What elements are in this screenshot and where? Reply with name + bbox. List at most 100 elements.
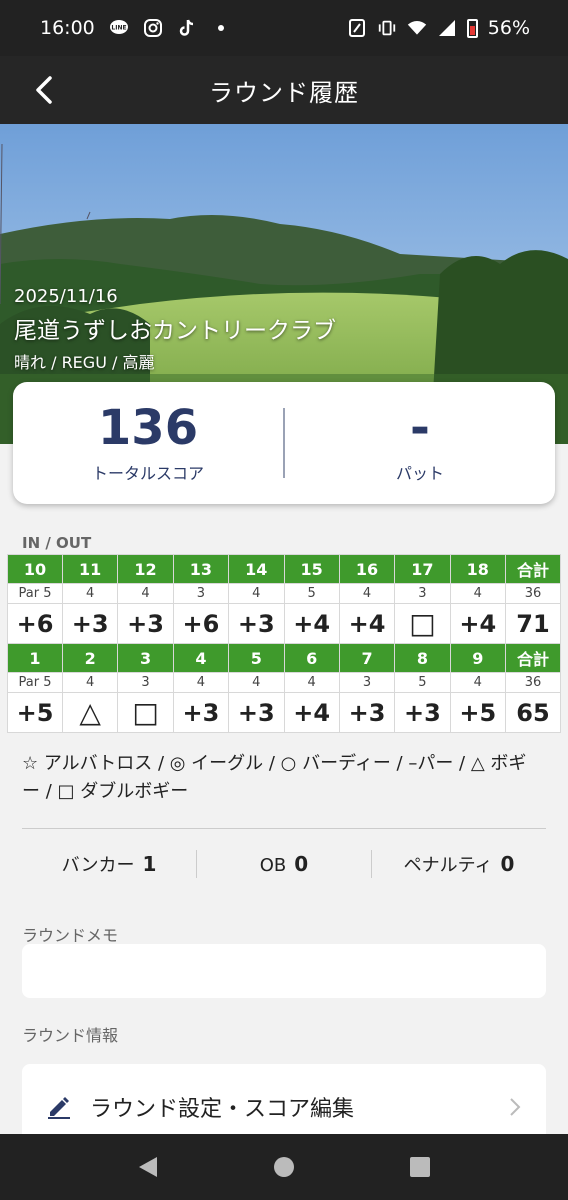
hole-number-cell: 10	[7, 554, 63, 584]
dot-icon	[211, 18, 231, 38]
score-cell: □	[117, 692, 174, 733]
chevron-left-icon	[36, 76, 52, 104]
ob-value: 0	[294, 852, 309, 876]
memo-field[interactable]	[22, 944, 546, 998]
score-cell: +3	[338, 692, 396, 733]
triangle-back-icon	[139, 1157, 157, 1177]
par-cell: 4	[283, 672, 340, 693]
out-score-row: +5 △ □ +3 +3 +4 +3 +3 +5 65	[7, 692, 561, 733]
score-table: 10 11 12 13 14 15 16 17 18 合計 Par 5 4 4 3 4 5 4 3 4 36 +6 +…	[7, 554, 561, 733]
out-par-row: Par 5 4 3 4 4 4 3 5 4 36	[7, 672, 561, 693]
square-recents-icon	[410, 1157, 430, 1177]
score-cell: +5	[449, 692, 507, 733]
in-score-row: +6 +3 +3 +6 +3 +4 +4 □ +4 71	[7, 603, 561, 644]
course-name: 尾道うずしおカントリークラブ	[14, 318, 336, 344]
hole-number-cell: 1	[7, 643, 63, 673]
hole-number-cell: 4	[172, 643, 230, 673]
score-cell: +3	[394, 692, 451, 733]
putts-value: -	[410, 399, 430, 456]
score-cell: 71	[505, 603, 561, 644]
signal-icon	[437, 18, 457, 38]
tiktok-icon	[177, 18, 197, 38]
score-cell: +3	[61, 603, 119, 644]
vibrate-icon	[377, 18, 397, 38]
nfc-icon	[347, 18, 367, 38]
score-cell: +3	[228, 603, 285, 644]
par-cell: 36	[505, 672, 561, 693]
memo-label: ラウンドメモ	[22, 926, 119, 945]
score-cell: +5	[7, 692, 63, 733]
score-cell: △	[61, 692, 119, 733]
nav-back-button[interactable]	[128, 1147, 168, 1187]
par-cell: 4	[228, 672, 285, 693]
score-cell: +3	[228, 692, 285, 733]
putts-label: パット	[395, 464, 444, 484]
round-conditions: 晴れ / REGU / 高麗	[14, 353, 155, 372]
par-cell: 36	[505, 583, 561, 604]
hole-number-cell: 7	[338, 643, 396, 673]
total-score-block: 136 トータルスコア	[13, 399, 283, 485]
battery-percent: 56%	[487, 17, 530, 39]
par-cell: 4	[449, 583, 507, 604]
ob-label: OB	[259, 855, 287, 876]
app-header: ラウンド履歴	[0, 56, 568, 124]
penalty-value: 0	[500, 852, 515, 876]
page-title: ラウンド履歴	[209, 78, 359, 107]
pencil-icon	[48, 1097, 70, 1119]
stats-row: バンカー 1 OB 0 ペナルティ 0	[22, 846, 546, 882]
in-par-row: Par 5 4 4 3 4 5 4 3 4 36	[7, 583, 561, 604]
total-header-cell: 合計	[505, 643, 561, 673]
hole-number-cell: 15	[283, 554, 340, 584]
back-button[interactable]	[22, 68, 66, 112]
score-cell: +3	[172, 692, 230, 733]
par-cell: 4	[117, 583, 174, 604]
par-cell: 5	[283, 583, 340, 604]
ob-stat: OB 0	[197, 852, 371, 876]
score-legend: ☆ アルバトロス / ◎ イーグル / ○ バーディー / –パー / △ ボギ…	[22, 753, 527, 802]
score-cell: □	[394, 603, 451, 644]
line-icon: LINE	[109, 18, 129, 38]
hole-number-cell: 6	[283, 643, 340, 673]
battery-icon	[466, 18, 478, 38]
score-cell: +6	[7, 603, 63, 644]
status-bar: 16:00 LINE 56%	[0, 0, 568, 56]
penalty-stat: ペナルティ 0	[372, 851, 546, 877]
bunker-value: 1	[142, 852, 157, 876]
total-header-cell: 合計	[505, 554, 561, 584]
hole-number-cell: 13	[172, 554, 230, 584]
par-cell: 4	[172, 672, 230, 693]
inout-label: IN / OUT	[22, 534, 92, 552]
in-holes-row: 10 11 12 13 14 15 16 17 18 合計	[7, 554, 561, 584]
par-cell: 4	[338, 583, 396, 604]
hole-number-cell: 3	[117, 643, 174, 673]
score-cell: +4	[283, 692, 340, 733]
nav-recents-button[interactable]	[400, 1147, 440, 1187]
score-cell: +6	[172, 603, 230, 644]
wifi-icon	[407, 18, 427, 38]
score-cell: 65	[505, 692, 561, 733]
total-score-value: 136	[97, 399, 199, 456]
hole-number-cell: 11	[61, 554, 119, 584]
svg-text:LINE: LINE	[111, 25, 126, 32]
par-cell: Par 5	[7, 672, 63, 693]
round-settings-label: ラウンド設定・スコア編集	[90, 1097, 355, 1122]
hole-number-cell: 12	[117, 554, 174, 584]
bunker-stat: バンカー 1	[22, 851, 196, 877]
nav-home-button[interactable]	[264, 1147, 304, 1187]
hole-number-cell: 18	[449, 554, 507, 584]
hole-number-cell: 9	[449, 643, 507, 673]
par-cell: 3	[117, 672, 174, 693]
par-cell: Par 5	[7, 583, 63, 604]
score-cell: +4	[338, 603, 396, 644]
par-cell: 4	[61, 672, 119, 693]
hole-number-cell: 2	[61, 643, 119, 673]
par-cell: 3	[338, 672, 396, 693]
par-cell: 3	[172, 583, 230, 604]
putts-block: - パット	[285, 399, 555, 485]
out-holes-row: 1 2 3 4 5 6 7 8 9 合計	[7, 643, 561, 673]
total-score-label: トータルスコア	[91, 464, 204, 484]
par-cell: 4	[449, 672, 507, 693]
par-cell: 4	[61, 583, 119, 604]
circle-home-icon	[274, 1157, 294, 1177]
hole-number-cell: 17	[394, 554, 451, 584]
